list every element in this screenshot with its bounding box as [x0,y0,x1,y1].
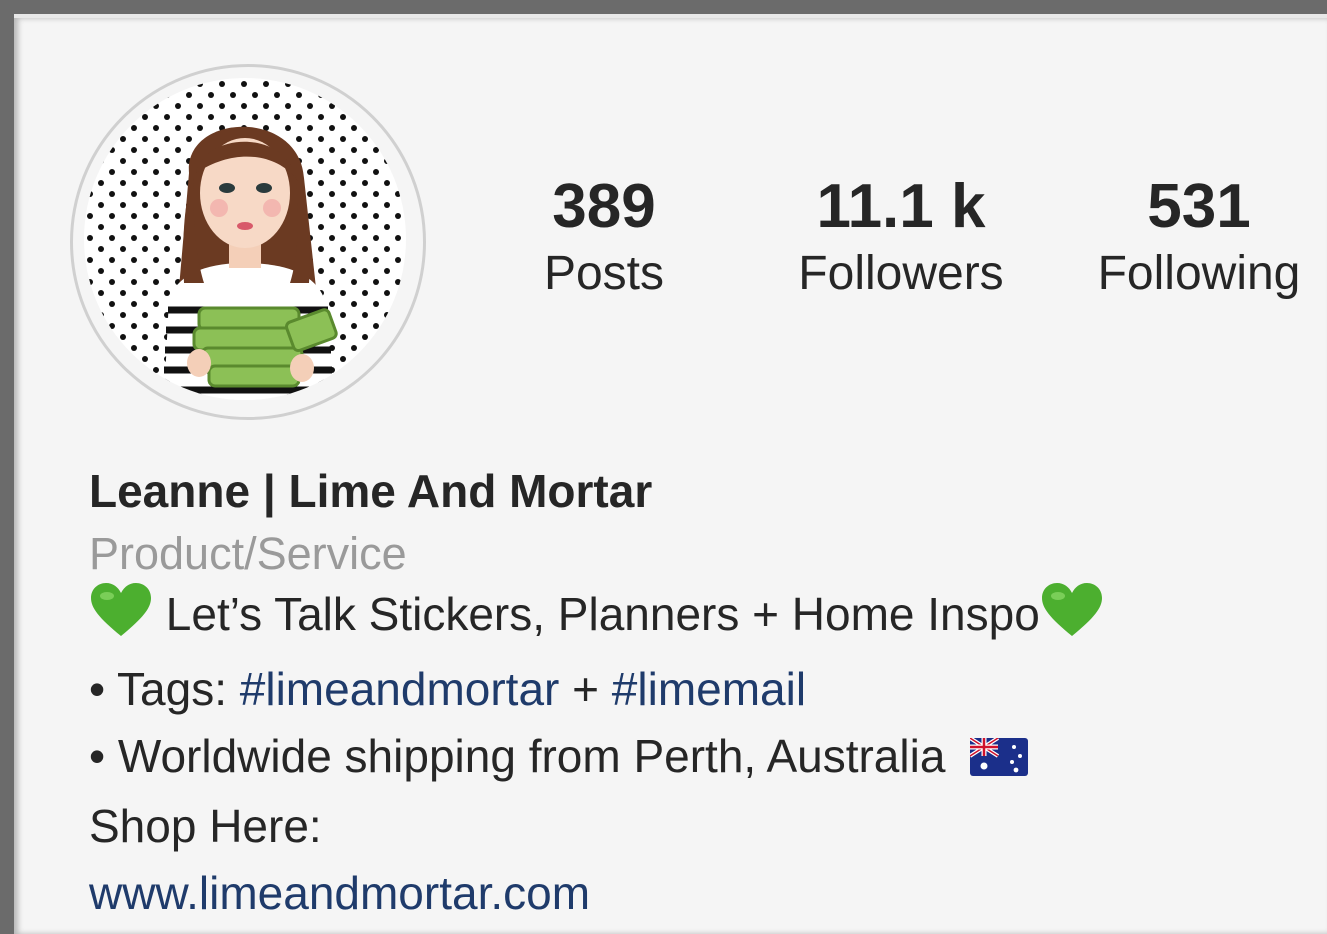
website-link[interactable]: www.limeandmortar.com [89,860,1287,927]
profile-bio: Leanne | Lime And Mortar Product/Service… [89,464,1287,927]
green-heart-icon [89,582,153,656]
followers-label: Followers [798,247,1004,300]
avatar[interactable] [84,78,406,400]
posts-stat[interactable]: 389 Posts [504,176,704,298]
followers-stat[interactable]: 11.1 k Followers [786,176,1016,298]
bio-tagline: Let’s Talk Stickers, Planners + Home Ins… [165,588,1040,641]
following-stat[interactable]: 531 Following [1086,176,1312,298]
shipping-text: • Worldwide shipping from Perth, Austral… [89,729,946,782]
tags-separator: + [559,662,612,715]
posts-count: 389 [552,172,656,241]
followers-count: 11.1 k [816,172,986,241]
following-count: 531 [1147,172,1251,241]
following-label: Following [1097,247,1301,300]
bio-line-1: Let’s Talk Stickers, Planners + Home Ins… [89,581,1287,656]
hashtag-limemail[interactable]: #limemail [612,663,806,715]
bio-tags-line: • Tags: #limeandmortar + #limemail [89,656,1287,723]
hashtag-limeandmortar[interactable]: #limeandmortar [240,663,560,715]
green-heart-icon [1040,582,1104,656]
australia-flag-icon [969,727,1029,794]
profile-category: Product/Service [89,528,407,580]
shop-label: Shop Here: [89,800,322,853]
profile-card: 389 Posts 11.1 k Followers 531 Following… [14,14,1327,934]
tags-prefix: • Tags: [89,662,240,715]
posts-label: Posts [543,247,665,300]
bio-shipping-line: • Worldwide shipping from Perth, Austral… [89,723,1287,794]
profile-name: Leanne | Lime And Mortar [89,465,653,517]
